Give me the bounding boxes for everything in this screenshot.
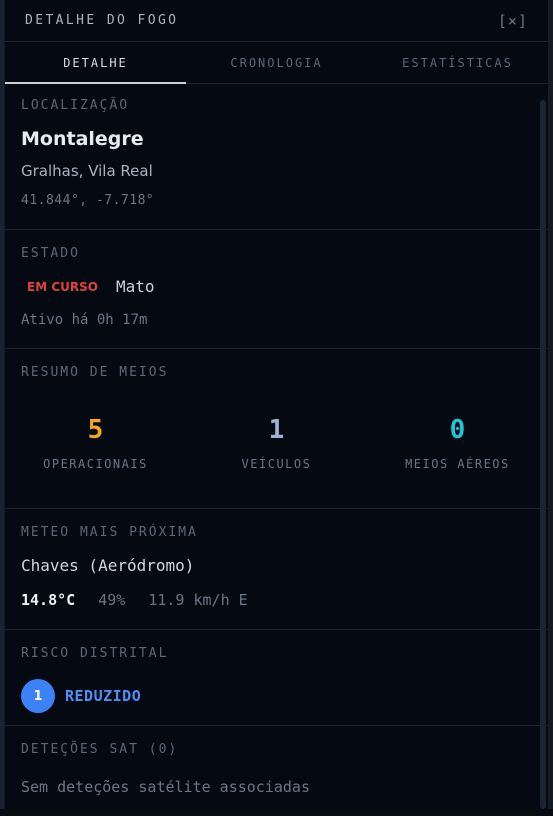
risk-section: RISCO DISTRITAL 1 REDUZIDO bbox=[5, 630, 548, 726]
fire-type: Mato bbox=[115, 277, 155, 296]
weather-values: 14.8°C 49% 11.9 km/h E bbox=[21, 591, 248, 609]
resource-operacionais-label: OPERACIONAIS bbox=[43, 457, 148, 471]
tab-cronologia[interactable]: CRONOLOGIA bbox=[186, 42, 367, 83]
status-section: ESTADO EM CURSO Mato Ativo há 0h 17m bbox=[5, 230, 548, 349]
risk-row: 1 REDUZIDO bbox=[21, 679, 141, 713]
risk-level-label: REDUZIDO bbox=[65, 687, 142, 705]
weather-station: Chaves (Aeródromo) bbox=[21, 556, 195, 575]
close-button[interactable]: [×] bbox=[498, 12, 528, 30]
resource-veiculos: 1 VEÍCULOS bbox=[186, 413, 367, 471]
weather-wind: 11.9 km/h E bbox=[148, 591, 248, 609]
resource-aereos-label: MEIOS AÉREOS bbox=[405, 457, 510, 471]
tab-detalhe[interactable]: DETALHE bbox=[5, 42, 186, 84]
weather-humidity: 49% bbox=[98, 591, 126, 609]
resource-aereos-value: 0 bbox=[449, 415, 466, 445]
weather-label: METEO MAIS PRÓXIMA bbox=[21, 525, 198, 540]
location-label: LOCALIZAÇÃO bbox=[21, 98, 130, 113]
resource-aereos: 0 MEIOS AÉREOS bbox=[367, 413, 548, 471]
resources-section: RESUMO DE MEIOS 5 OPERACIONAIS 1 VEÍCULO… bbox=[5, 349, 548, 509]
active-time: Ativo há 0h 17m bbox=[21, 312, 148, 328]
weather-temperature: 14.8°C bbox=[21, 591, 76, 609]
panel-header: DETALHE DO FOGO [×] bbox=[5, 0, 548, 42]
satellite-label: DETEÇÕES SAT (0) bbox=[21, 742, 179, 757]
tab-estatisticas[interactable]: ESTATÍSTICAS bbox=[367, 42, 548, 83]
fire-detail-panel: DETALHE DO FOGO [×] DETALHE CRONOLOGIA E… bbox=[4, 0, 549, 809]
scrollbar[interactable] bbox=[540, 100, 546, 809]
resource-veiculos-value: 1 bbox=[268, 415, 285, 445]
resource-veiculos-label: VEÍCULOS bbox=[241, 457, 312, 471]
resources-label: RESUMO DE MEIOS bbox=[21, 365, 169, 380]
satellite-empty-text: Sem deteções satélite associadas bbox=[21, 778, 310, 796]
weather-section: METEO MAIS PRÓXIMA Chaves (Aeródromo) 14… bbox=[5, 509, 548, 630]
satellite-section: DETEÇÕES SAT (0) Sem deteções satélite a… bbox=[5, 726, 548, 816]
risk-label: RISCO DISTRITAL bbox=[21, 646, 169, 661]
location-name: Montalegre bbox=[21, 128, 144, 150]
resource-operacionais-value: 5 bbox=[87, 415, 104, 445]
location-coordinates: 41.844°, -7.718° bbox=[21, 193, 155, 208]
resources-grid: 5 OPERACIONAIS 1 VEÍCULOS 0 MEIOS AÉREOS bbox=[5, 413, 548, 471]
background-right-edge bbox=[549, 0, 553, 809]
tab-bar: DETALHE CRONOLOGIA ESTATÍSTICAS bbox=[5, 42, 548, 84]
risk-level-badge: 1 bbox=[21, 679, 55, 713]
panel-title: DETALHE DO FOGO bbox=[25, 13, 179, 28]
resource-operacionais: 5 OPERACIONAIS bbox=[5, 413, 186, 471]
status-label: ESTADO bbox=[21, 246, 80, 261]
status-row: EM CURSO Mato bbox=[21, 277, 154, 296]
location-subtitle: Gralhas, Vila Real bbox=[21, 162, 153, 180]
status-badge: EM CURSO bbox=[27, 279, 98, 294]
location-section: LOCALIZAÇÃO Montalegre Gralhas, Vila Rea… bbox=[5, 84, 548, 230]
